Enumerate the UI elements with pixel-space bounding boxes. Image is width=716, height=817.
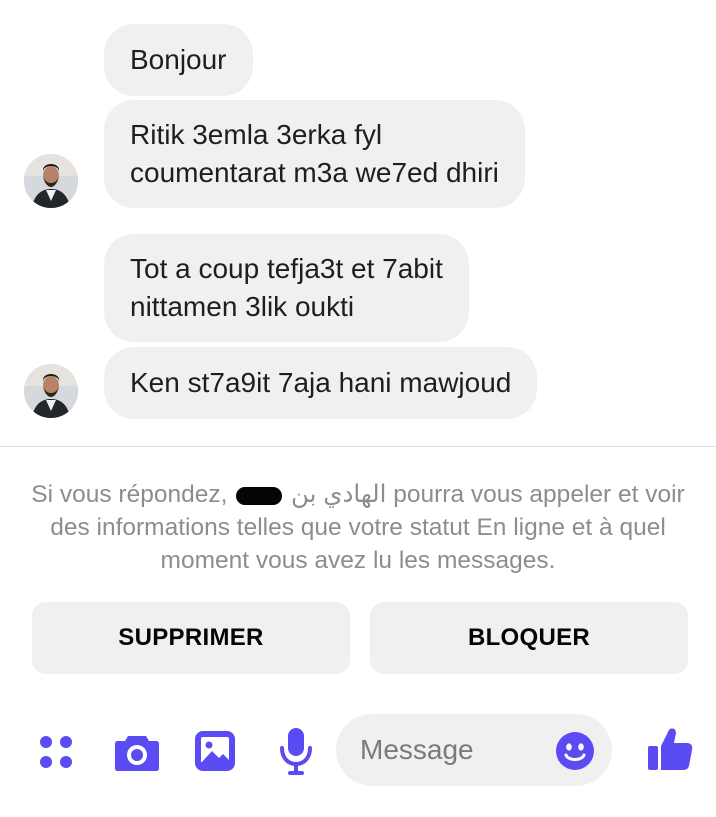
message-text-line: nittamen 3lik oukti: [130, 291, 355, 322]
avatar-image: [24, 154, 78, 208]
notice-text-before: Si vous répondez,: [31, 481, 228, 508]
message-bubble[interactable]: Tot a coup tefja3t et 7abit nittamen 3li…: [104, 234, 469, 342]
message-text-line: Tot a coup tefja3t et 7abit: [130, 253, 443, 284]
message-text-line: Ritik 3emla 3erka fyl: [130, 119, 383, 150]
message-field[interactable]: [336, 714, 612, 786]
message-bubble[interactable]: Ken st7a9it 7aja hani mawjoud: [104, 347, 538, 419]
microphone-button[interactable]: [276, 724, 316, 778]
avatar[interactable]: [24, 364, 78, 418]
block-button-label: BLOQUER: [467, 624, 591, 651]
delete-button[interactable]: SUPPRIMER: [32, 602, 350, 674]
apps-button[interactable]: [34, 730, 78, 774]
camera-icon: [115, 736, 159, 771]
avatar-image: [24, 364, 78, 418]
like-icon: [648, 728, 693, 770]
message-input[interactable]: [360, 734, 540, 766]
message-text: Bonjour: [130, 44, 227, 75]
gallery-icon: [195, 731, 235, 771]
microphone-icon: [280, 728, 312, 775]
like-button[interactable]: [644, 722, 696, 776]
emoji-icon: [556, 732, 594, 770]
emoji-button[interactable]: [554, 730, 596, 772]
avatar[interactable]: [24, 154, 78, 208]
apps-icon: [40, 736, 72, 768]
message-text: Ken st7a9it 7aja hani mawjoud: [130, 367, 512, 398]
camera-button[interactable]: [112, 728, 162, 776]
gallery-button[interactable]: [192, 728, 238, 774]
message-bubble[interactable]: Bonjour: [104, 24, 253, 96]
block-button[interactable]: BLOQUER: [370, 602, 688, 674]
message-text-line: coumentarat m3a we7ed dhiri: [130, 157, 499, 188]
divider: [0, 446, 716, 447]
redacted-name: [236, 486, 283, 505]
notice-sender-name: الهادي بن: [291, 481, 387, 508]
delete-button-label: SUPPRIMER: [118, 624, 264, 651]
message-bubble[interactable]: Ritik 3emla 3erka fyl coumentarat m3a we…: [104, 100, 525, 208]
message-request-notice: Si vous répondez, الهادي بن pourra vous …: [30, 478, 686, 577]
